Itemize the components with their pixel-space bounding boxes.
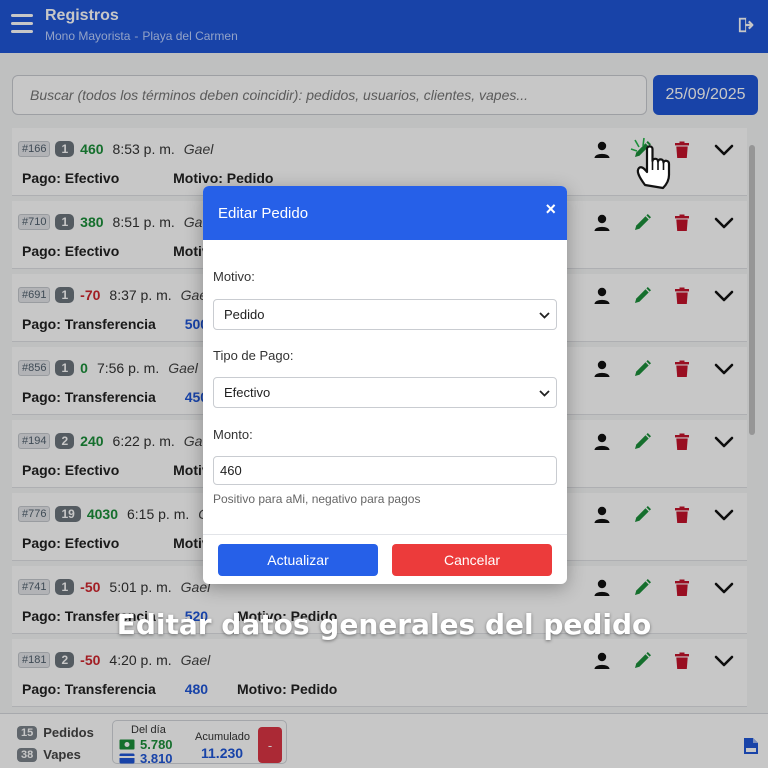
chevron-down-icon (539, 390, 550, 397)
tutorial-caption: Editar datos generales del pedido (116, 608, 652, 641)
motivo-selected: Pedido (224, 307, 265, 322)
modal-footer: Actualizar Cancelar (203, 534, 567, 584)
monto-label: Monto: (213, 427, 253, 442)
close-icon[interactable]: × (545, 199, 556, 219)
modal-header: Editar Pedido × (203, 186, 567, 240)
hand-pointer-cursor-icon (630, 137, 671, 190)
monto-help-text: Positivo para aMi, negativo para pagos (213, 492, 421, 506)
motivo-field-label: Motivo: (213, 269, 255, 284)
update-button[interactable]: Actualizar (218, 544, 378, 576)
tipo-pago-label: Tipo de Pago: (213, 348, 294, 363)
motivo-select[interactable]: Pedido (213, 299, 557, 330)
cancel-button[interactable]: Cancelar (392, 544, 552, 576)
chevron-down-icon (539, 312, 550, 319)
modal-body: Motivo: Pedido Tipo de Pago: Efectivo Mo… (203, 240, 567, 534)
monto-input[interactable] (213, 456, 557, 485)
tipo-pago-select[interactable]: Efectivo (213, 377, 557, 408)
tipo-pago-selected: Efectivo (224, 385, 271, 400)
modal-title: Editar Pedido (218, 205, 309, 222)
edit-order-modal: Editar Pedido × Motivo: Pedido Tipo de P… (203, 186, 567, 584)
